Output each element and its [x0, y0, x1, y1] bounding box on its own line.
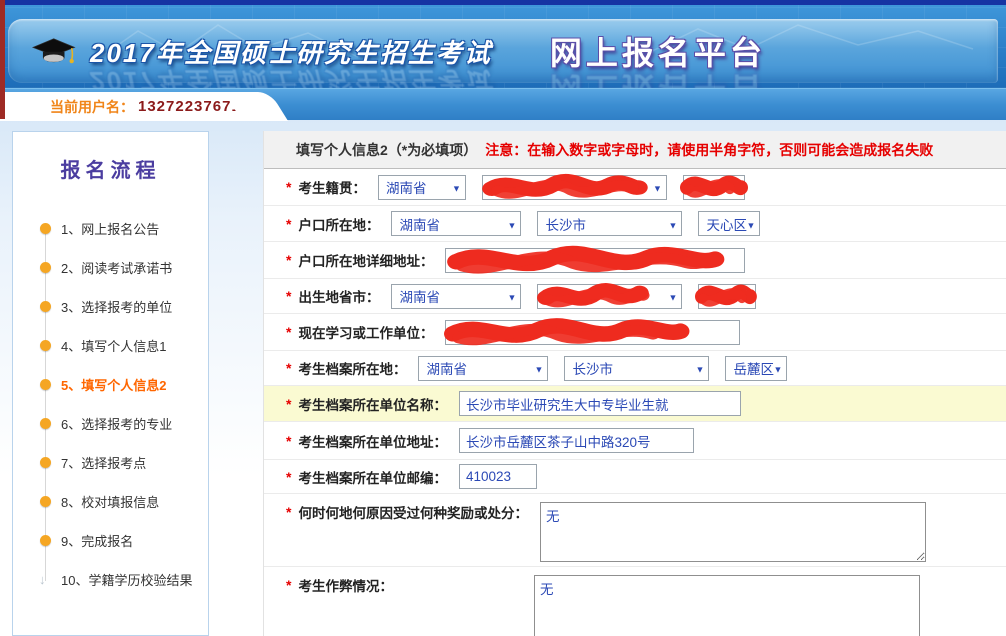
chevron-down-icon [696, 361, 705, 376]
header-banner: 2017年全国硕士研究生招生考试 2017年全国硕士研究生招生考试 网上报名平台… [8, 19, 998, 83]
archive-location-label: *考生档案所在地： [286, 358, 406, 378]
registration-page: 2017年全国硕士研究生招生考试 2017年全国硕士研究生招生考试 网上报名平台… [0, 0, 1006, 636]
archive-unit-zip-label: *考生档案所在单位邮编： [286, 467, 447, 487]
chevron-down-icon [452, 180, 461, 195]
chevron-down-icon [731, 180, 740, 195]
native-place-county-select[interactable] [683, 175, 745, 200]
step-bullet-icon [40, 340, 51, 351]
chevron-down-icon [669, 289, 678, 304]
household-city-select[interactable]: 长沙市 [537, 211, 682, 236]
row-archive-unit-name: *考生档案所在单位名称： [264, 386, 1006, 422]
redaction-scribble [479, 173, 670, 202]
current-username: 13272237671 [138, 98, 241, 115]
chevron-down-icon [508, 216, 517, 231]
sidebar-registration-steps: 报名流程 1、网上报名公告 2、阅读考试承诺书 3、选择报考的单位 4、填写个人… [12, 131, 209, 636]
sidebar-item-step10[interactable]: 10、学籍学历校验结果 [13, 560, 208, 599]
step-bullet-icon [40, 301, 51, 312]
cheating-record-textarea[interactable]: 无 [534, 575, 920, 636]
row-cheating-record: *考生作弊情况： 无 [264, 567, 1006, 636]
row-rewards-punishments: *何时何地何原因受过何种奖励或处分： 无 [264, 494, 1006, 567]
form-title: 填写个人信息2（*为必填项） [296, 140, 477, 160]
step-bullet-icon [40, 223, 51, 234]
rewards-punishments-textarea[interactable]: 无 [540, 502, 926, 562]
sidebar-item-step8[interactable]: 8、校对填报信息 [13, 482, 208, 521]
household-district-select[interactable]: 天心区 [698, 211, 760, 236]
step-bullet-icon [40, 262, 51, 273]
chevron-down-icon [743, 289, 752, 304]
native-place-city-select[interactable] [482, 175, 667, 200]
archive-unit-name-label: *考生档案所在单位名称： [286, 394, 447, 414]
row-archive-location: *考生档案所在地： 湖南省 长沙市 岳麓区 [264, 351, 1006, 386]
row-native-place: *考生籍贯： 湖南省 [264, 169, 1006, 206]
personal-info-form-panel: 填写个人信息2（*为必填项） 注意：在输入数字或字母时，请使用半角字符，否则可能… [263, 131, 1006, 636]
row-household-location: *户口所在地： 湖南省 长沙市 天心区 [264, 206, 1006, 242]
chevron-down-icon [535, 361, 544, 376]
rewards-punishments-label: *何时何地何原因受过何种奖励或处分： [286, 502, 528, 522]
household-location-label: *户口所在地： [286, 214, 379, 234]
native-place-label: *考生籍贯： [286, 177, 366, 197]
chevron-down-icon [774, 361, 783, 376]
household-province-select[interactable]: 湖南省 [391, 211, 521, 236]
form-notice: 注意：在输入数字或字母时，请使用半角字符，否则可能会造成报名失败 [485, 140, 933, 160]
household-address-label: *户口所在地详细地址： [286, 250, 433, 270]
current-user-tab: 当前用户名： 13272237671 [0, 92, 255, 121]
archive-unit-zip-input[interactable] [459, 464, 537, 489]
site-title: 2017年全国硕士研究生招生考试 2017年全国硕士研究生招生考试 [90, 33, 492, 70]
step-arrow-down-icon [39, 572, 46, 587]
sidebar-item-step5-current[interactable]: 5、填写个人信息2 [13, 365, 208, 404]
redaction-scribble [534, 282, 685, 311]
archive-unit-address-input[interactable] [459, 428, 694, 453]
archive-province-select[interactable]: 湖南省 [418, 356, 548, 381]
app-header: 2017年全国硕士研究生招生考试 2017年全国硕士研究生招生考试 网上报名平台… [0, 0, 1006, 88]
user-bar: 当前用户名： 13272237671 [0, 88, 1006, 120]
current-work-unit-input[interactable] [445, 320, 740, 345]
birthplace-label: *出生地省市： [286, 286, 379, 306]
form-header: 填写个人信息2（*为必填项） 注意：在输入数字或字母时，请使用半角字符，否则可能… [264, 131, 1006, 169]
step-bullet-icon [40, 535, 51, 546]
step-bullet-icon [40, 418, 51, 429]
row-current-work-unit: *现在学习或工作单位： [264, 314, 1006, 351]
archive-district-select[interactable]: 岳麓区 [725, 356, 787, 381]
archive-unit-address-label: *考生档案所在单位地址： [286, 431, 447, 451]
cheating-record-label: *考生作弊情况： [286, 575, 522, 595]
graduation-cap-icon [30, 31, 76, 71]
sidebar-item-step6[interactable]: 6、选择报考的专业 [13, 404, 208, 443]
sidebar-title: 报名流程 [13, 154, 208, 183]
archive-unit-name-input[interactable] [459, 391, 741, 416]
sidebar-item-step2[interactable]: 2、阅读考试承诺书 [13, 248, 208, 287]
birthplace-province-select[interactable]: 湖南省 [391, 284, 521, 309]
sidebar-item-step3[interactable]: 3、选择报考的单位 [13, 287, 208, 326]
row-birthplace: *出生地省市： 湖南省 [264, 279, 1006, 314]
household-address-input[interactable] [445, 248, 745, 273]
current-user-label: 当前用户名： [50, 97, 134, 117]
chevron-down-icon [508, 289, 517, 304]
steps-list: 1、网上报名公告 2、阅读考试承诺书 3、选择报考的单位 4、填写个人信息1 5… [13, 209, 208, 599]
left-edge-red-strip [0, 0, 5, 119]
step-bullet-icon [40, 496, 51, 507]
birthplace-county-select[interactable] [698, 284, 756, 309]
sidebar-item-step7[interactable]: 7、选择报考点 [13, 443, 208, 482]
chevron-down-icon [669, 216, 678, 231]
row-archive-unit-zip: *考生档案所在单位邮编： [264, 460, 1006, 494]
row-household-address: *户口所在地详细地址： [264, 242, 1006, 279]
row-archive-unit-address: *考生档案所在单位地址： [264, 422, 1006, 460]
step-bullet-icon [40, 379, 51, 390]
platform-title: 网上报名平台 网上报名平台 [550, 28, 766, 74]
chevron-down-icon [747, 216, 756, 231]
sidebar-item-step4[interactable]: 4、填写个人信息1 [13, 326, 208, 365]
step-bullet-icon [40, 457, 51, 468]
archive-city-select[interactable]: 长沙市 [564, 356, 709, 381]
current-work-unit-label: *现在学习或工作单位： [286, 322, 433, 342]
sidebar-item-step9[interactable]: 9、完成报名 [13, 521, 208, 560]
native-place-province-select[interactable]: 湖南省 [378, 175, 466, 200]
chevron-down-icon [653, 180, 662, 195]
sidebar-item-step1[interactable]: 1、网上报名公告 [13, 209, 208, 248]
birthplace-city-select[interactable] [537, 284, 682, 309]
